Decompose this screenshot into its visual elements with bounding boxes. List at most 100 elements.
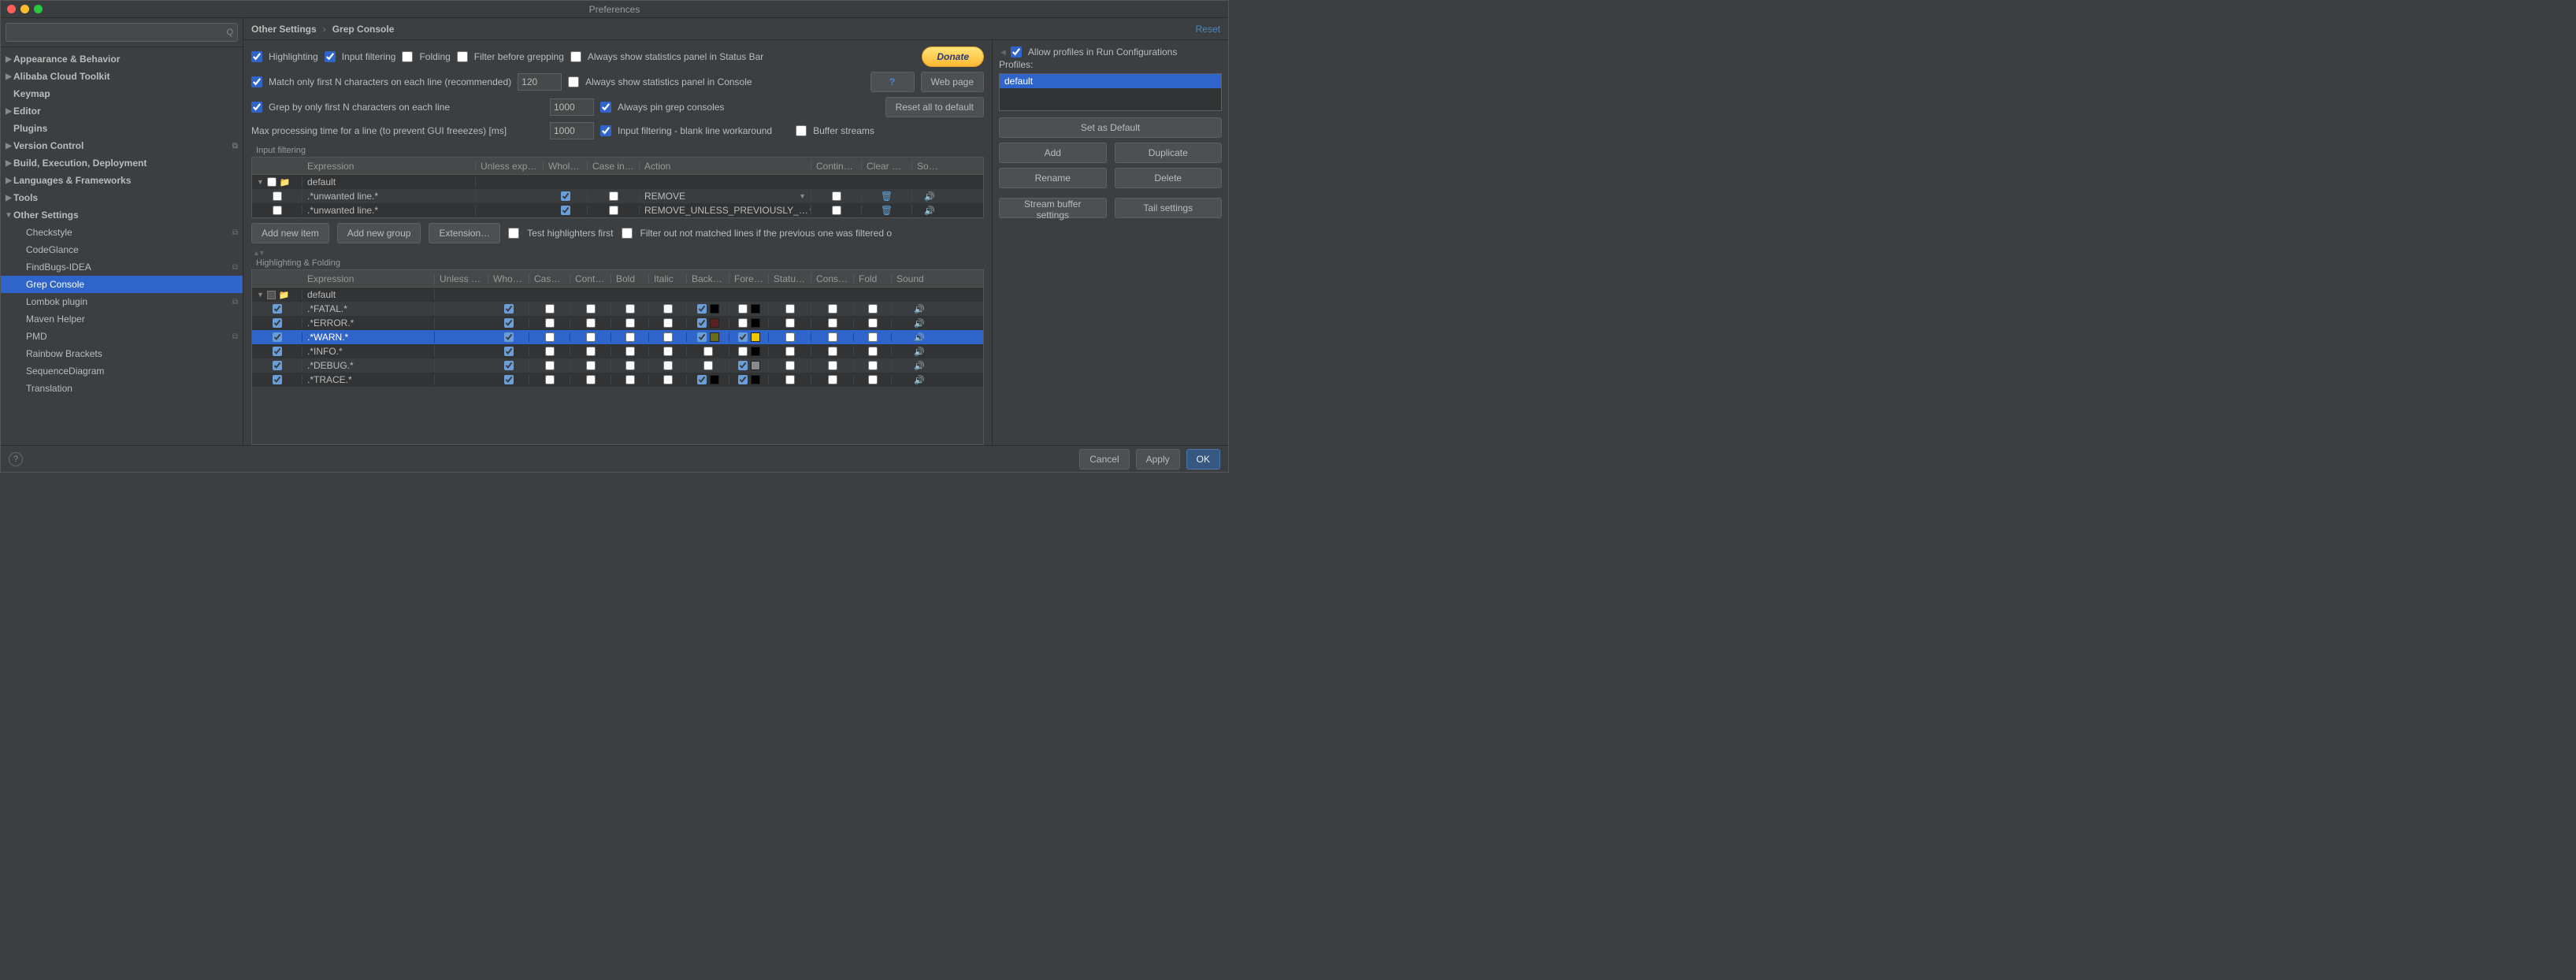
italic-checkbox[interactable] [663,375,673,384]
bg-checkbox[interactable] [703,347,713,356]
fg-checkbox[interactable] [738,375,748,384]
reset-link[interactable]: Reset [1196,24,1220,35]
fg-checkbox[interactable] [738,332,748,342]
filter-before-checkbox[interactable] [457,51,468,62]
reset-all-button[interactable]: Reset all to default [885,97,984,117]
blank-line-checkbox[interactable] [600,125,611,136]
column-header[interactable]: StatusB… [769,273,811,284]
column-header[interactable]: Foregr… [729,273,769,284]
sidebar-item[interactable]: FindBugs-IDEA⧉ [1,258,243,276]
close-icon[interactable] [7,5,16,13]
whole-line-checkbox[interactable] [561,191,570,201]
column-header[interactable]: Action [640,161,811,172]
color-swatch[interactable] [751,375,760,384]
set-default-button[interactable]: Set as Default [999,117,1222,138]
console-checkbox[interactable] [828,361,837,370]
input-filtering-checkbox[interactable] [325,51,336,62]
case-checkbox[interactable] [609,206,618,215]
color-swatch[interactable] [710,332,719,342]
whole-line-checkbox[interactable] [504,375,514,384]
continue-checkbox[interactable] [586,361,596,370]
statusbar-checkbox[interactable] [785,375,795,384]
statusbar-checkbox[interactable] [785,304,795,314]
apply-button[interactable]: Apply [1136,449,1180,470]
column-header[interactable]: Case inse… [588,161,640,172]
splitter-grip[interactable]: ▲▼ [253,249,984,257]
sound-icon[interactable]: 🔊 [914,361,925,371]
whole-line-checkbox[interactable] [504,318,514,328]
table-row[interactable]: .*unwanted line.* REMOVE▼ 🗑 🔊 [252,189,983,203]
italic-checkbox[interactable] [663,304,673,314]
sound-icon[interactable]: 🔊 [914,332,925,343]
color-swatch[interactable] [710,318,719,328]
sidebar-item[interactable]: Keymap [1,85,243,102]
row-enable-checkbox[interactable] [273,332,282,342]
case-checkbox[interactable] [545,375,555,384]
profiles-list[interactable]: default [999,73,1222,111]
table-row[interactable]: .*TRACE.* 🔊 [252,373,983,387]
row-enable-checkbox[interactable] [273,347,282,356]
bg-checkbox[interactable] [697,318,707,328]
whole-line-checkbox[interactable] [504,361,514,370]
console-checkbox[interactable] [828,304,837,314]
table-row[interactable]: .*ERROR.* 🔊 [252,316,983,330]
case-checkbox[interactable] [545,318,555,328]
sidebar-item[interactable]: Translation [1,380,243,397]
table-group-row[interactable]: ▼ 📁default [252,288,983,302]
continue-checkbox[interactable] [832,191,841,201]
pin-consoles-checkbox[interactable] [600,102,611,113]
column-header[interactable]: Expression [303,273,435,284]
folding-checkbox[interactable] [402,51,413,62]
grep-first-n-checkbox[interactable] [251,102,262,113]
italic-checkbox[interactable] [663,347,673,356]
table-group-row[interactable]: ▼ 📁default [252,175,983,189]
row-enable-checkbox[interactable] [273,191,282,201]
trash-icon[interactable]: 🗑 [881,191,893,202]
bold-checkbox[interactable] [625,304,635,314]
sidebar-item[interactable]: Checkstyle⧉ [1,224,243,241]
row-enable-checkbox[interactable] [273,206,282,215]
table-row[interactable]: .*unwanted line.* REMOVE_UNLESS_PREVIOUS… [252,203,983,217]
continue-checkbox[interactable] [586,304,596,314]
bg-checkbox[interactable] [697,304,707,314]
group-checkbox[interactable] [267,291,276,299]
fold-checkbox[interactable] [868,347,878,356]
fold-checkbox[interactable] [868,361,878,370]
whole-line-checkbox[interactable] [504,332,514,342]
sidebar-item[interactable]: ▶Build, Execution, Deployment [1,154,243,172]
duplicate-profile-button[interactable]: Duplicate [1115,143,1223,163]
continue-checkbox[interactable] [586,375,596,384]
column-header[interactable]: Whole line [544,161,588,172]
console-checkbox[interactable] [828,332,837,342]
filter-out-checkbox[interactable] [622,228,633,239]
color-swatch[interactable] [751,347,760,356]
expression-cell[interactable]: .*unwanted line.* [303,191,476,202]
case-checkbox[interactable] [545,347,555,356]
webpage-button[interactable]: Web page [921,72,985,92]
sound-icon[interactable]: 🔊 [914,318,925,329]
grep-first-n-input[interactable] [550,98,594,116]
continue-checkbox[interactable] [586,318,596,328]
expression-cell[interactable]: .*FATAL.* [303,303,435,314]
case-checkbox[interactable] [545,361,555,370]
expression-cell[interactable]: .*unwanted line.* [303,205,476,216]
delete-profile-button[interactable]: Delete [1115,168,1223,188]
expression-cell[interactable]: .*INFO.* [303,346,435,357]
action-cell[interactable]: REMOVE▼ [640,191,811,202]
console-checkbox[interactable] [828,318,837,328]
action-cell[interactable]: REMOVE_UNLESS_PREVIOUSLY_…▼ [640,205,811,216]
sidebar-item[interactable]: SequenceDiagram [1,362,243,380]
fg-checkbox[interactable] [738,318,748,328]
color-swatch[interactable] [751,304,760,314]
group-checkbox[interactable] [267,177,277,187]
sidebar-item[interactable]: Plugins [1,120,243,137]
sidebar-item[interactable]: ▶Languages & Frameworks [1,172,243,189]
bold-checkbox[interactable] [625,347,635,356]
table-row[interactable]: .*DEBUG.* 🔊 [252,358,983,373]
column-header[interactable]: Italic [649,273,687,284]
ok-button[interactable]: OK [1186,449,1220,470]
italic-checkbox[interactable] [663,318,673,328]
search-input[interactable] [6,23,238,42]
table-row[interactable]: .*INFO.* 🔊 [252,344,983,358]
expression-cell[interactable]: .*TRACE.* [303,374,435,385]
